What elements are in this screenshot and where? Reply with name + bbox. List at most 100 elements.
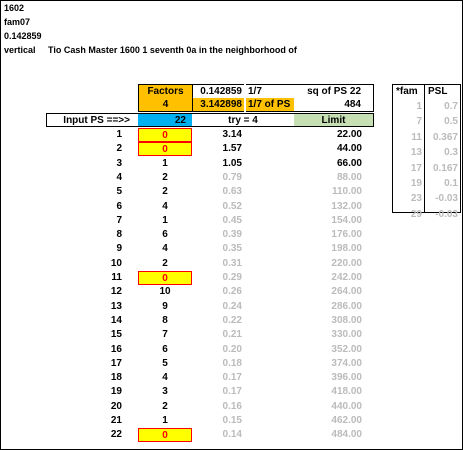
row-number: 4 (116, 172, 122, 183)
row-number: 15 (110, 329, 122, 340)
limit-value: 308.00 (331, 315, 362, 326)
factor-count[interactable]: 4 (138, 371, 192, 385)
factor-count[interactable]: 4 (138, 200, 192, 214)
factor-count[interactable]: 10 (138, 285, 192, 299)
side-psl-value: 0.5 (444, 116, 458, 127)
row-number: 20 (110, 401, 122, 412)
ratio-value: 1.05 (222, 158, 242, 169)
factor-count[interactable]: 2 (138, 400, 192, 414)
one-seventh-label: 1/7 (246, 84, 294, 98)
limit-value: 484.00 (331, 429, 362, 440)
ratio-value: 0.17 (222, 372, 242, 383)
ratio-value: 0.39 (222, 229, 242, 240)
row-number: 17 (110, 358, 122, 369)
side-psl-value: -0.03 (435, 193, 458, 204)
limit-value: 154.00 (331, 215, 362, 226)
limit-value: 242.00 (331, 272, 362, 283)
row-number: 3 (116, 158, 122, 169)
side-psl-value: 0.367 (432, 132, 458, 143)
input-ps-field[interactable]: 22 (138, 113, 192, 127)
ratio-value: 0.79 (222, 172, 242, 183)
factor-count-zero[interactable]: 0 (138, 128, 192, 142)
row-number: 5 (116, 186, 122, 197)
limit-value: 220.00 (331, 258, 362, 269)
ratio-value: 0.22 (222, 315, 242, 326)
row-number: 7 (116, 215, 122, 226)
ratio-value: 0.17 (222, 386, 242, 397)
limit-header: Limit (294, 113, 374, 127)
row-number: 18 (110, 372, 122, 383)
row-number: 2 (116, 143, 122, 154)
limit-value: 352.00 (331, 344, 362, 355)
ratio-value: 3.14 (222, 129, 242, 140)
factor-count[interactable]: 3 (138, 385, 192, 399)
ratio-value: 1.57 (222, 143, 242, 154)
factor-count-zero[interactable]: 0 (138, 142, 192, 156)
limit-value: 176.00 (331, 229, 362, 240)
ratio-value: 0.18 (222, 358, 242, 369)
one-seventh-ps-value: 3.142898 (192, 98, 244, 112)
factor-count[interactable]: 4 (138, 242, 192, 256)
factor-count[interactable]: 8 (138, 314, 192, 328)
row-number: 9 (116, 243, 122, 254)
header-line-3: 0.142859 (4, 31, 42, 41)
ratio-value: 0.52 (222, 201, 242, 212)
side-fam-value: 7 (416, 116, 422, 127)
limit-value: 44.00 (336, 143, 362, 154)
sq-of-ps-value: 484 (294, 98, 374, 112)
side-psl-value: 0.3 (444, 147, 458, 158)
ratio-value: 0.16 (222, 401, 242, 412)
factor-count[interactable]: 5 (138, 357, 192, 371)
side-fam-value: 13 (410, 147, 422, 158)
factor-count[interactable]: 1 (138, 414, 192, 428)
side-fam-value: 23 (410, 193, 422, 204)
side-psl-value: -0.03 (435, 209, 458, 220)
row-number: 16 (110, 344, 122, 355)
limit-value: 66.00 (336, 158, 362, 169)
side-fam-value: 19 (410, 178, 422, 189)
limit-value: 110.00 (331, 186, 362, 197)
ratio-value: 0.21 (222, 329, 242, 340)
side-fam-value: 17 (410, 163, 422, 174)
factor-count[interactable]: 1 (138, 214, 192, 228)
limit-value: 330.00 (331, 329, 362, 340)
factors-value[interactable]: 4 (138, 98, 192, 112)
ratio-value: 0.14 (222, 429, 242, 440)
side-col-psl-header: PSL (428, 86, 448, 97)
header-line-4-label: vertical (4, 45, 36, 55)
limit-value: 396.00 (331, 372, 362, 383)
factor-count-zero[interactable]: 0 (138, 271, 192, 285)
one-seventh-value: 0.142859 (192, 84, 244, 98)
ratio-value: 0.20 (222, 344, 242, 355)
row-number: 11 (111, 272, 122, 283)
side-psl-value: 0.167 (432, 163, 458, 174)
factor-count[interactable]: 6 (138, 343, 192, 357)
side-psl-value: 0.1 (444, 178, 458, 189)
factor-count[interactable]: 7 (138, 328, 192, 342)
header-line-2: fam07 (4, 17, 31, 27)
side-fam-value: 11 (411, 132, 422, 143)
factor-count[interactable]: 6 (138, 228, 192, 242)
factors-label: Factors (138, 84, 192, 98)
limit-value: 198.00 (331, 243, 362, 254)
ratio-value: 0.26 (222, 286, 242, 297)
limit-value: 462.00 (331, 415, 362, 426)
limit-value: 286.00 (331, 301, 362, 312)
side-psl-value: 0.7 (444, 101, 458, 112)
row-number: 10 (110, 258, 122, 269)
limit-value: 88.00 (336, 172, 362, 183)
factor-count[interactable]: 2 (138, 257, 192, 271)
row-number: 8 (116, 229, 122, 240)
limit-value: 132.00 (331, 201, 362, 212)
limit-value: 418.00 (331, 386, 362, 397)
factor-count-zero[interactable]: 0 (138, 428, 192, 442)
row-number: 19 (110, 386, 122, 397)
factor-count[interactable]: 2 (138, 185, 192, 199)
factor-count[interactable]: 1 (138, 157, 192, 171)
input-ps-label: Input PS ==>> (46, 113, 138, 127)
ratio-value: 0.63 (222, 186, 242, 197)
factor-count[interactable]: 2 (138, 171, 192, 185)
header-line-4-text: Tio Cash Master 1600 1 seventh 0a in the… (48, 45, 297, 55)
ratio-value: 0.29 (222, 272, 242, 283)
factor-count[interactable]: 9 (138, 300, 192, 314)
